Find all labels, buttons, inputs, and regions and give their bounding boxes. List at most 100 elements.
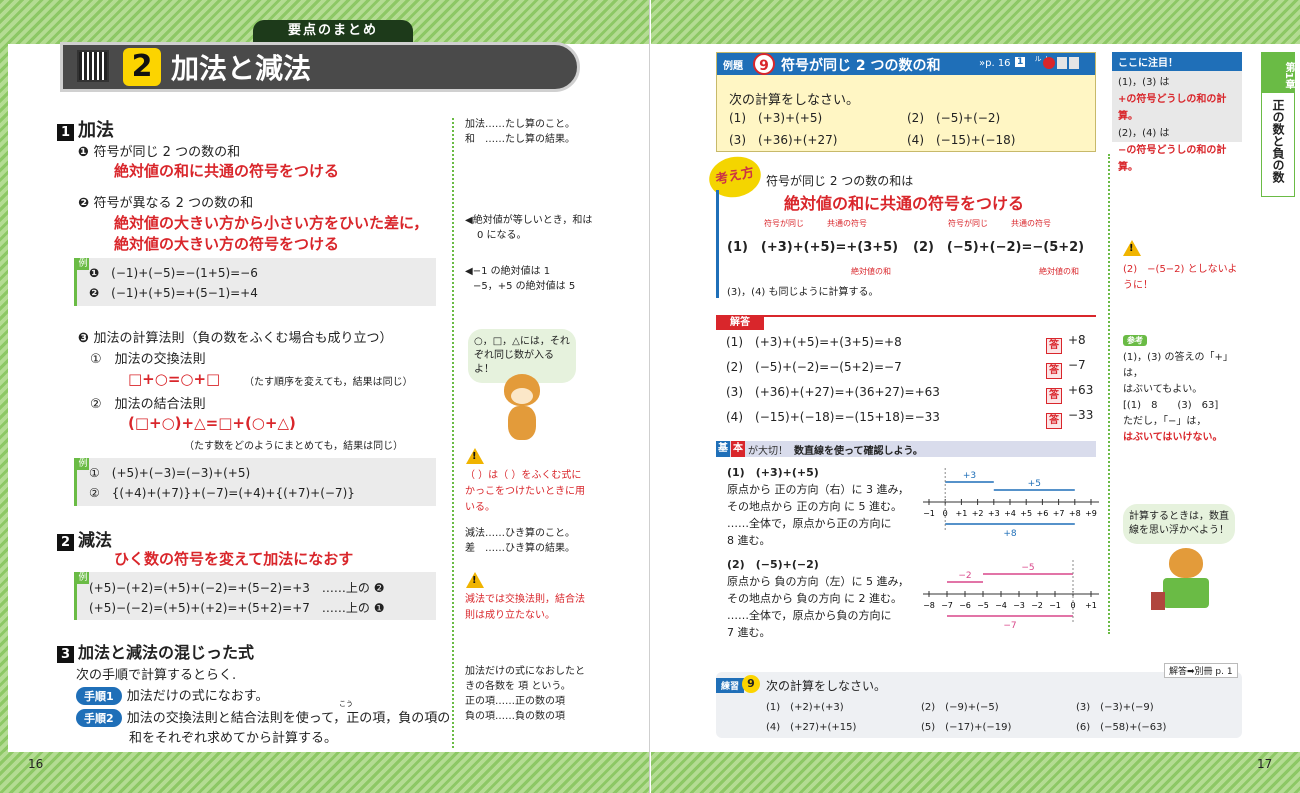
warning-icon: !	[466, 448, 484, 464]
reading-dog-icon	[1151, 548, 1221, 612]
section-addition-head: 1 加法	[57, 116, 114, 142]
example-tag: 例	[77, 458, 89, 470]
practice-item: (5) (−17)+(−19)	[921, 722, 1012, 733]
tick-label: +1	[1085, 601, 1097, 610]
answer-rule	[716, 315, 1096, 317]
answer-value: −7	[1068, 358, 1086, 372]
example-head: 例題 9 符号が同じ 2 つの数の和 »p. 16 1 レベル	[717, 53, 1095, 75]
warning-icon: !	[1123, 240, 1141, 256]
mixed-intro: 次の手順で計算するとらく.	[76, 668, 237, 683]
thinking-badge: 考え方	[705, 152, 765, 202]
side-stripe	[0, 0, 8, 793]
answer-value: +8	[1068, 333, 1086, 347]
subtraction-rule: ひく数の符号を変えて加法になおす	[114, 550, 354, 568]
commutative-note: （たす順序を変えても，結果は同じ）	[244, 377, 413, 388]
answer-value: +63	[1068, 383, 1094, 397]
answer-value: −33	[1068, 408, 1094, 422]
bottom-stripe	[0, 752, 649, 793]
commutative-formula: □+○=○+□	[128, 370, 221, 388]
left-page: 16 要点のまとめ 2 加法と減法 1 加法 ❶ 符号が同じ 2 つの数の和 絶対…	[0, 0, 650, 793]
rule1-label: ❶ 符号が同じ 2 つの数の和	[78, 145, 241, 160]
rule2-text-2: 絶対値の大きい方の符号をつける	[114, 235, 340, 253]
kangae-example: (2) (−5)+(−2)=−(5+2)	[913, 240, 1085, 255]
answer-badge: 答	[1046, 358, 1062, 379]
section-title: 加法と減法の混じった式	[78, 643, 255, 662]
number-line-2: −8−7−6−5−4−3−2−10+1−5−2−7	[923, 560, 1099, 631]
warning-note-2: 減法では交換法則，結合法則は成り立たない。	[465, 594, 585, 621]
arrow-label: −7	[1003, 621, 1016, 631]
furigana: こう	[339, 700, 353, 708]
small-label: 共通の符号	[827, 219, 867, 228]
associative-label: ② 加法の結合法則	[90, 397, 206, 412]
warning-note: (2) −(5−2) としないように！	[1123, 264, 1238, 291]
speech-bubble: 計算するときは，数直線を思い浮かべよう！	[1123, 504, 1235, 544]
answer-badge: 答	[1046, 333, 1062, 354]
practice-prompt: 次の計算をしなさい。	[766, 679, 887, 693]
arrow-label: −2	[958, 571, 971, 581]
example-problem-box: 例題 9 符号が同じ 2 つの数の和 »p. 16 1 レベル 次の計算をしなさ…	[716, 52, 1096, 152]
kihon-bar: 基 本 が大切！ 数直線を使って確認しよう。	[716, 441, 1096, 457]
rule1-text: 絶対値の和に共通の符号をつける	[114, 162, 340, 180]
tick-label: −2	[1031, 601, 1043, 610]
answer-tag: 解答	[716, 315, 764, 330]
page-number: 16	[28, 757, 44, 771]
example-line: ① (+5)+(−3)=(−3)+(+5)	[89, 466, 251, 480]
page-number: 17	[1257, 757, 1273, 771]
tick-label: +4	[1004, 509, 1016, 518]
summary-banner: 要点のまとめ	[253, 20, 413, 42]
practice-box: 練習 9 次の計算をしなさい。 解答➡別冊 p. 1 (1) (+2)+(+3)…	[716, 663, 1242, 738]
tick-label: +6	[1037, 509, 1049, 518]
rule2-text-1: 絶対値の大きい方から小さい方をひいた差に，	[114, 214, 429, 232]
side-term-note: 加法だけの式になおしたときの各数を 項 という。 正の項……正の数の項 負の項……負…	[465, 666, 585, 722]
top-stripe	[651, 0, 1300, 44]
example-line: ❶ (−1)+(−5)=−(1+5)=−6	[89, 266, 258, 280]
kangae-rule-text: 絶対値の和に共通の符号をつける	[784, 194, 1025, 213]
answer-row: (3) (+36)+(+27)=+(36+27)=+63	[726, 385, 940, 399]
tick-label: −4	[995, 601, 1007, 610]
bottom-stripe	[651, 752, 1300, 793]
practice-item: (6) (−58)+(−63)	[1076, 722, 1167, 733]
chapter-number: 2	[123, 48, 161, 86]
commutative-label: ① 加法の交換法則	[90, 352, 206, 367]
side-note-2: ◀−1 の絶対値は 1 −5，+5 の絶対値は 5	[465, 266, 576, 292]
example-line: (+5)−(+2)=(+5)+(−2)=+(5−2)=+3 ……上の ❷	[89, 581, 385, 595]
page-title: 加法と減法	[171, 52, 312, 85]
warning-icon: !	[466, 572, 484, 588]
side-defs-add: 加法……たし算のこと。和 ……たし算の結果。	[465, 119, 575, 145]
tick-label: +8	[1069, 509, 1081, 518]
answer-row: (2) (−5)+(−2)=−(5+2)=−7	[726, 360, 902, 374]
example-tag: 例	[77, 258, 89, 270]
problem-item: (4) (−15)+(−18)	[907, 133, 1016, 147]
practice-tag: 練習	[716, 678, 745, 693]
tick-label: −7	[941, 601, 953, 610]
practice-item: (4) (+27)+(+15)	[766, 722, 857, 733]
associative-formula: (□+○)+△=□+(○+△)	[128, 414, 296, 432]
step1: 手順1 加法だけの式になおす。	[76, 685, 268, 705]
reference-note: (1)，(3) の答えの「+」は， はぶいてもよい。 [(1) 8 (3) 63] …	[1123, 352, 1233, 443]
right-page: 17 第1章 正の数と負の数 例題 9 符号が同じ 2 つの数の和 »p. 16…	[651, 0, 1300, 793]
problem-item: (3) (+36)+(+27)	[729, 133, 838, 147]
practice-item: (1) (+2)+(+3)	[766, 702, 844, 713]
tick-label: −1	[1049, 601, 1061, 610]
step2-cont: 和をそれぞれ求めてから計算する。	[129, 731, 338, 746]
side-divider	[1108, 154, 1110, 634]
kangae-also: (3)，(4) も同じように計算する。	[727, 287, 879, 298]
chapter-title: 正の数と負の数	[1271, 99, 1285, 183]
small-label: 絶対値の和	[851, 267, 891, 276]
tick-label: −6	[959, 601, 971, 610]
tick-label: −8	[923, 601, 935, 610]
problem-item: (1) (+3)+(+5)	[729, 111, 823, 125]
level-icon-on	[1043, 57, 1055, 69]
title-bar: 2 加法と減法	[60, 42, 580, 92]
example-line: ② {(+4)+(+7)}+(−7)=(+4)+{(+7)+(−7)}	[89, 486, 355, 500]
numberline-2-text: (2) (−5)+(−2) 原点から 負の方向（左）に 5 進み， その地点から …	[727, 558, 910, 639]
reference-tag: 参考	[1123, 335, 1147, 346]
chapter-tab: 第1章 正の数と負の数	[1261, 52, 1295, 197]
practice-item: (3) (−3)+(−9)	[1076, 702, 1154, 713]
side-defs-sub: 減法……ひき算のこと。差 ……ひき算の結果。	[465, 528, 575, 554]
side-divider	[452, 118, 454, 748]
tick-label: +3	[988, 509, 1000, 518]
answer-row: (1) (+3)+(+5)=+(3+5)=+8	[726, 335, 902, 349]
example-box-2: 例 ① (+5)+(−3)=(−3)+(+5) ② {(+4)+(+7)}+(−…	[74, 458, 436, 506]
example-line: ❷ (−1)+(+5)=+(5−1)=+4	[89, 286, 258, 300]
